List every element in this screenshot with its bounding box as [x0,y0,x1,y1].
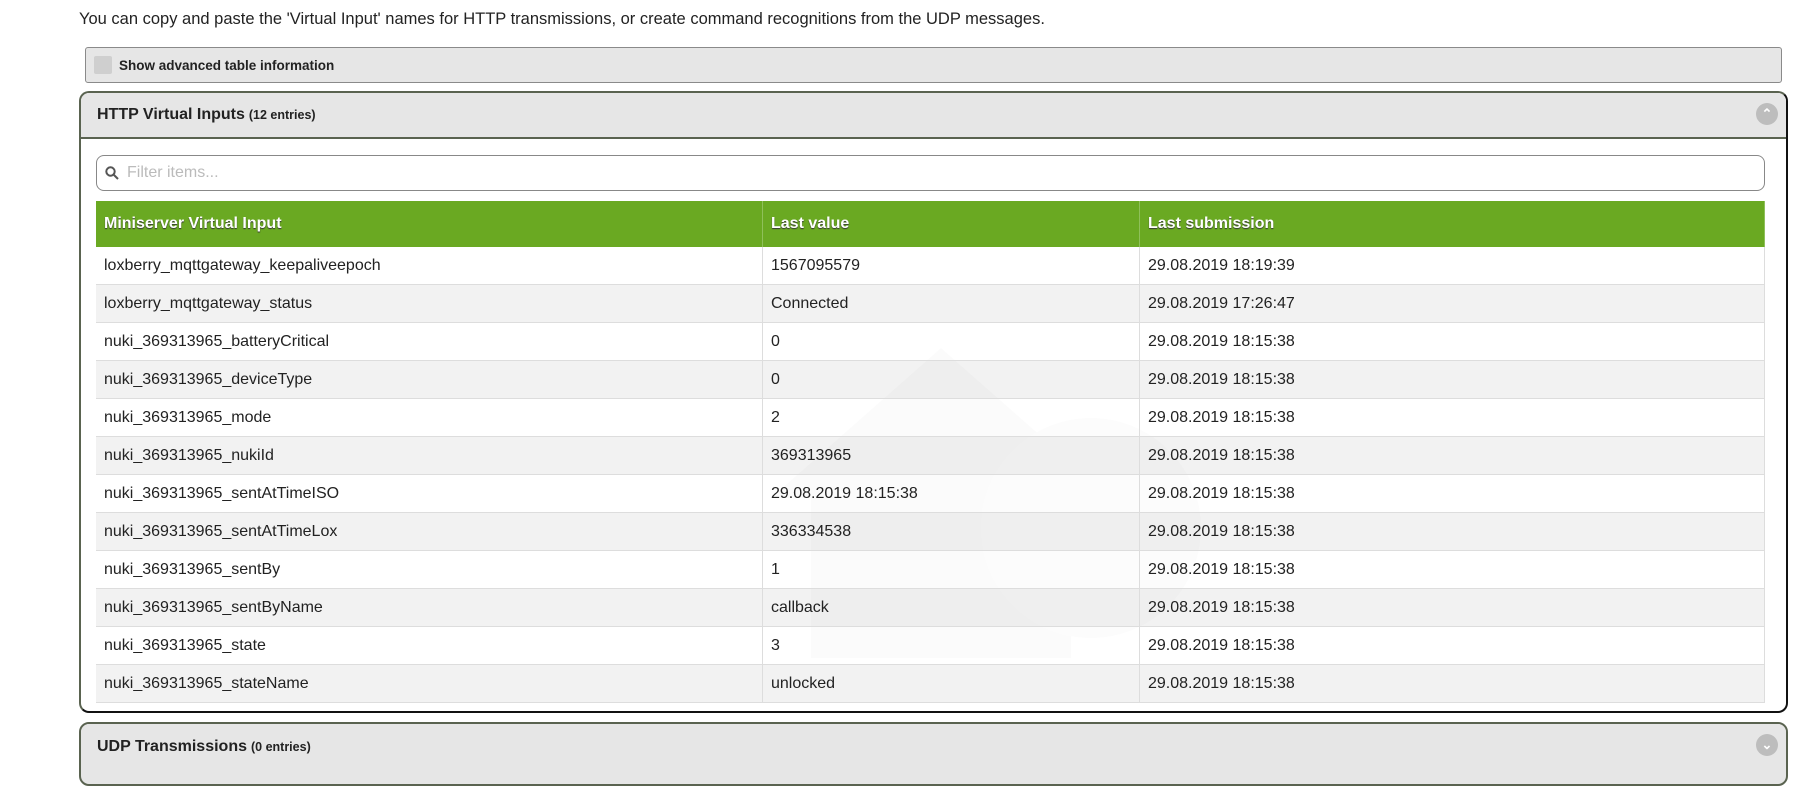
last-submission-cell: 29.08.2019 18:19:39 [1139,247,1765,285]
last-submission-cell: 29.08.2019 18:15:38 [1139,550,1765,589]
http-panel-count: (12 entries) [248,108,316,122]
udp-panel-count: (0 entries) [250,740,311,754]
table-row: nuki_369313965_deviceType 0 29.08.2019 18:… [96,360,1765,399]
last-value-cell: 369313965 [762,436,1140,475]
table-row: loxberry_mqttgateway_status Connected 29.0… [96,284,1765,323]
advanced-checkbox-label: Show advanced table information [119,57,335,73]
table-row: nuki_369313965_stateName unlocked 29.08.20… [96,664,1765,703]
last-submission-cell: 29.08.2019 18:15:38 [1139,398,1765,437]
column-header-virtual-input[interactable]: Miniserver Virtual Input [96,201,763,247]
last-value-cell: Connected [762,284,1140,323]
last-value-cell: 1 [762,550,1140,589]
table-row: nuki_369313965_sentBy 1 29.08.2019 18:15:3… [96,550,1765,589]
virtual-input-cell: nuki_369313965_sentBy [96,550,763,589]
last-value-cell: 0 [762,360,1140,399]
intro-text: You can copy and paste the 'Virtual Inpu… [79,10,1045,28]
last-value-cell: 29.08.2019 18:15:38 [762,474,1140,513]
virtual-input-cell: nuki_369313965_nukiId [96,436,763,475]
virtual-input-cell: nuki_369313965_sentAtTimeLox [96,512,763,551]
last-value-cell: 1567095579 [762,247,1140,285]
chevron-down-icon[interactable]: ⌄ [1756,734,1778,756]
udp-transmissions-panel: UDP Transmissions (0 entries) ⌄ [79,722,1788,786]
virtual-input-cell: nuki_369313965_sentByName [96,588,763,627]
last-value-cell: 0 [762,322,1140,361]
last-value-cell: 2 [762,398,1140,437]
http-panel-title: HTTP Virtual Inputs [97,106,245,123]
table-row: nuki_369313965_sentAtTimeLox 336334538 29.… [96,512,1765,551]
chevron-up-icon[interactable]: ⌃ [1756,103,1778,125]
virtual-inputs-table: Miniserver Virtual Input Last value Last… [96,201,1765,703]
table-row: nuki_369313965_mode 2 29.08.2019 18:15:38 [96,398,1765,437]
column-header-last-submission[interactable]: Last submission [1139,201,1765,247]
column-header-last-value[interactable]: Last value [762,201,1140,247]
virtual-input-cell: loxberry_mqttgateway_keepaliveepoch [96,247,763,285]
virtual-input-cell: nuki_369313965_mode [96,398,763,437]
filter-input-wrapper[interactable] [96,155,1765,191]
last-value-cell: 3 [762,626,1140,665]
last-value-cell: callback [762,588,1140,627]
http-panel-header[interactable]: HTTP Virtual Inputs (12 entries) ⌃ [81,93,1786,139]
virtual-input-cell: nuki_369313965_sentAtTimeISO [96,474,763,513]
advanced-table-toggle[interactable]: Show advanced table information [85,47,1782,83]
last-value-cell: unlocked [762,664,1140,703]
table-row: nuki_369313965_nukiId 369313965 29.08.2019… [96,436,1765,475]
virtual-input-cell: nuki_369313965_batteryCritical [96,322,763,361]
last-value-cell: 336334538 [762,512,1140,551]
last-submission-cell: 29.08.2019 18:15:38 [1139,664,1765,703]
table-row: nuki_369313965_state 3 29.08.2019 18:15:38 [96,626,1765,665]
table-row: nuki_369313965_sentAtTimeISO 29.08.2019 1… [96,474,1765,513]
last-submission-cell: 29.08.2019 18:15:38 [1139,322,1765,361]
http-virtual-inputs-panel: HTTP Virtual Inputs (12 entries) ⌃ Minis… [79,91,1788,713]
udp-panel-title: UDP Transmissions [97,738,247,755]
table-row: nuki_369313965_sentByName callback 29.08.2… [96,588,1765,627]
advanced-checkbox[interactable] [94,56,112,74]
virtual-input-cell: nuki_369313965_stateName [96,664,763,703]
table-row: loxberry_mqttgateway_keepaliveepoch 15670… [96,247,1765,285]
table-row: nuki_369313965_batteryCritical 0 29.08.201… [96,322,1765,361]
last-submission-cell: 29.08.2019 18:15:38 [1139,360,1765,399]
virtual-input-cell: loxberry_mqttgateway_status [96,284,763,323]
last-submission-cell: 29.08.2019 18:15:38 [1139,626,1765,665]
last-submission-cell: 29.08.2019 18:15:38 [1139,512,1765,551]
virtual-input-cell: nuki_369313965_state [96,626,763,665]
last-submission-cell: 29.08.2019 18:15:38 [1139,474,1765,513]
filter-input[interactable] [125,163,1764,183]
last-submission-cell: 29.08.2019 17:26:47 [1139,284,1765,323]
virtual-input-cell: nuki_369313965_deviceType [96,360,763,399]
last-submission-cell: 29.08.2019 18:15:38 [1139,436,1765,475]
udp-panel-header[interactable]: UDP Transmissions (0 entries) ⌄ [81,724,1786,770]
last-submission-cell: 29.08.2019 18:15:38 [1139,588,1765,627]
search-icon [105,166,119,180]
